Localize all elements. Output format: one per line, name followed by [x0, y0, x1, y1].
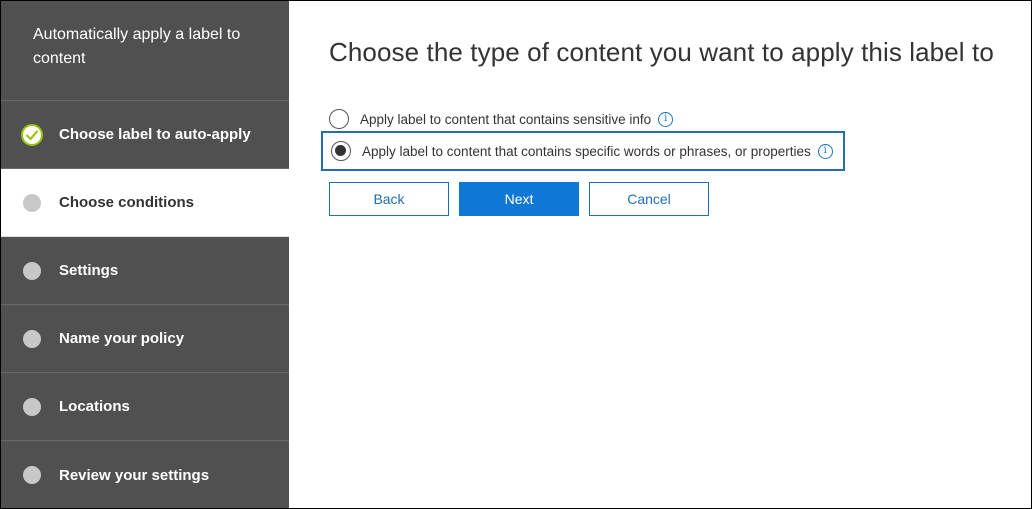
step-name-policy[interactable]: Name your policy	[1, 305, 289, 373]
back-button[interactable]: Back	[329, 182, 449, 216]
step-indicator-icon	[23, 329, 41, 348]
cancel-button[interactable]: Cancel	[589, 182, 709, 216]
option-label: Apply label to content that contains spe…	[362, 143, 811, 159]
main-panel: Choose the type of content you want to a…	[289, 1, 1031, 508]
step-indicator-icon	[23, 397, 41, 416]
step-choose-conditions[interactable]: Choose conditions	[1, 169, 289, 237]
wizard-sidebar: Automatically apply a label to content C…	[1, 1, 289, 508]
checkmark-icon	[21, 123, 43, 146]
step-label: Choose label to auto-apply	[59, 126, 251, 143]
step-label: Choose conditions	[59, 194, 194, 211]
step-review-settings[interactable]: Review your settings	[1, 441, 289, 508]
step-label: Settings	[59, 262, 119, 279]
step-indicator-icon	[23, 261, 41, 280]
step-label: Locations	[59, 398, 130, 415]
step-indicator-icon	[23, 193, 41, 212]
info-icon[interactable]: i	[817, 143, 833, 159]
radio-specific-words[interactable]	[331, 141, 351, 161]
step-label: Name your policy	[59, 330, 185, 347]
wizard-title: Automatically apply a label to content	[1, 1, 289, 101]
step-label: Review your settings	[59, 466, 210, 484]
info-icon[interactable]: i	[658, 111, 674, 127]
option-specific-words[interactable]: Apply label to content that contains spe…	[321, 131, 845, 171]
radio-sensitive-info[interactable]	[329, 109, 349, 129]
wizard-window: Automatically apply a label to content C…	[0, 0, 1032, 509]
step-choose-label[interactable]: Choose label to auto-apply	[1, 101, 289, 169]
step-locations[interactable]: Locations	[1, 373, 289, 441]
step-settings[interactable]: Settings	[1, 237, 289, 305]
option-label: Apply label to content that contains sen…	[360, 111, 652, 127]
option-sensitive-info[interactable]: Apply label to content that contains sen…	[329, 107, 674, 131]
page-title: Choose the type of content you want to a…	[329, 37, 994, 67]
next-button[interactable]: Next	[459, 182, 579, 216]
step-indicator-icon	[23, 466, 41, 484]
